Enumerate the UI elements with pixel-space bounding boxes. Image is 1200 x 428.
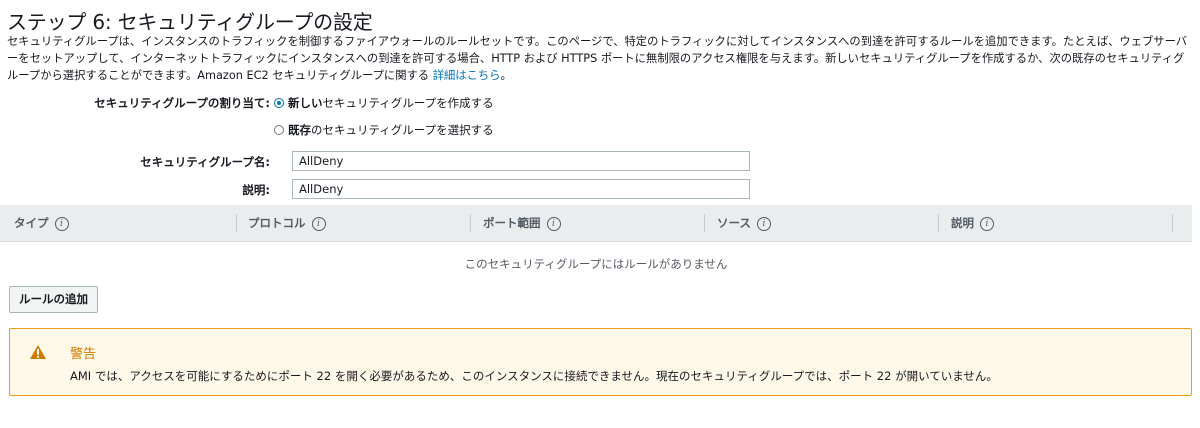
group-name-input[interactable] — [292, 151, 750, 171]
radio-new-group[interactable]: 新しいセキュリティグループを作成する — [274, 95, 494, 111]
warning-message: AMI では、アクセスを可能にするためにポート 22 を開く必要があるため、この… — [70, 369, 998, 383]
radio-existing-button[interactable] — [274, 125, 284, 135]
column-divider[interactable] — [704, 214, 705, 232]
page-title: ステップ 6: セキュリティグループの設定 — [7, 10, 373, 34]
add-rule-button[interactable]: ルールの追加 — [9, 286, 98, 313]
description-text: セキュリティグループは、インスタンスのトラフィックを制御するファイアウォールのル… — [7, 35, 1188, 82]
learn-more-link[interactable]: 詳細はこちら — [433, 69, 501, 82]
radio-existing-label[interactable]: 既存のセキュリティグループを選択する — [288, 122, 494, 138]
column-port-range[interactable]: ポート範囲 i — [483, 205, 561, 241]
group-name-label: セキュリティグループ名: — [140, 155, 270, 169]
assign-label: セキュリティグループの割り当て: — [94, 96, 270, 110]
warning-alert: 警告 AMI では、アクセスを可能にするためにポート 22 を開く必要があるため… — [9, 328, 1192, 396]
info-icon[interactable]: i — [756, 216, 771, 231]
column-divider[interactable] — [236, 214, 237, 232]
radio-existing-group[interactable]: 既存のセキュリティグループを選択する — [274, 122, 494, 138]
description-end: 。 — [500, 69, 512, 82]
empty-rules-message: このセキュリティグループにはルールがありません — [464, 257, 728, 271]
group-description-input[interactable] — [292, 179, 750, 199]
radio-new-label[interactable]: 新しいセキュリティグループを作成する — [288, 95, 494, 111]
info-icon[interactable]: i — [311, 216, 326, 231]
column-divider[interactable] — [1172, 214, 1173, 232]
column-protocol[interactable]: プロトコル i — [248, 205, 326, 241]
info-icon[interactable]: i — [546, 216, 561, 231]
column-divider[interactable] — [470, 214, 471, 232]
page-description: セキュリティグループは、インスタンスのトラフィックを制御するファイアウォールのル… — [7, 33, 1195, 84]
info-icon[interactable]: i — [980, 216, 994, 231]
rules-table-header: タイプ i プロトコル i ポート範囲 i ソース i 説明 i — [0, 205, 1192, 242]
warning-title: 警告 — [70, 347, 97, 362]
group-description-label: 説明: — [242, 183, 270, 197]
column-type[interactable]: タイプ i — [14, 205, 69, 241]
column-description[interactable]: 説明 i — [951, 205, 994, 241]
column-source[interactable]: ソース i — [717, 205, 771, 241]
radio-new-button[interactable] — [274, 98, 284, 108]
info-icon[interactable]: i — [54, 216, 69, 231]
column-divider[interactable] — [938, 214, 939, 232]
warning-triangle-icon — [30, 345, 46, 359]
